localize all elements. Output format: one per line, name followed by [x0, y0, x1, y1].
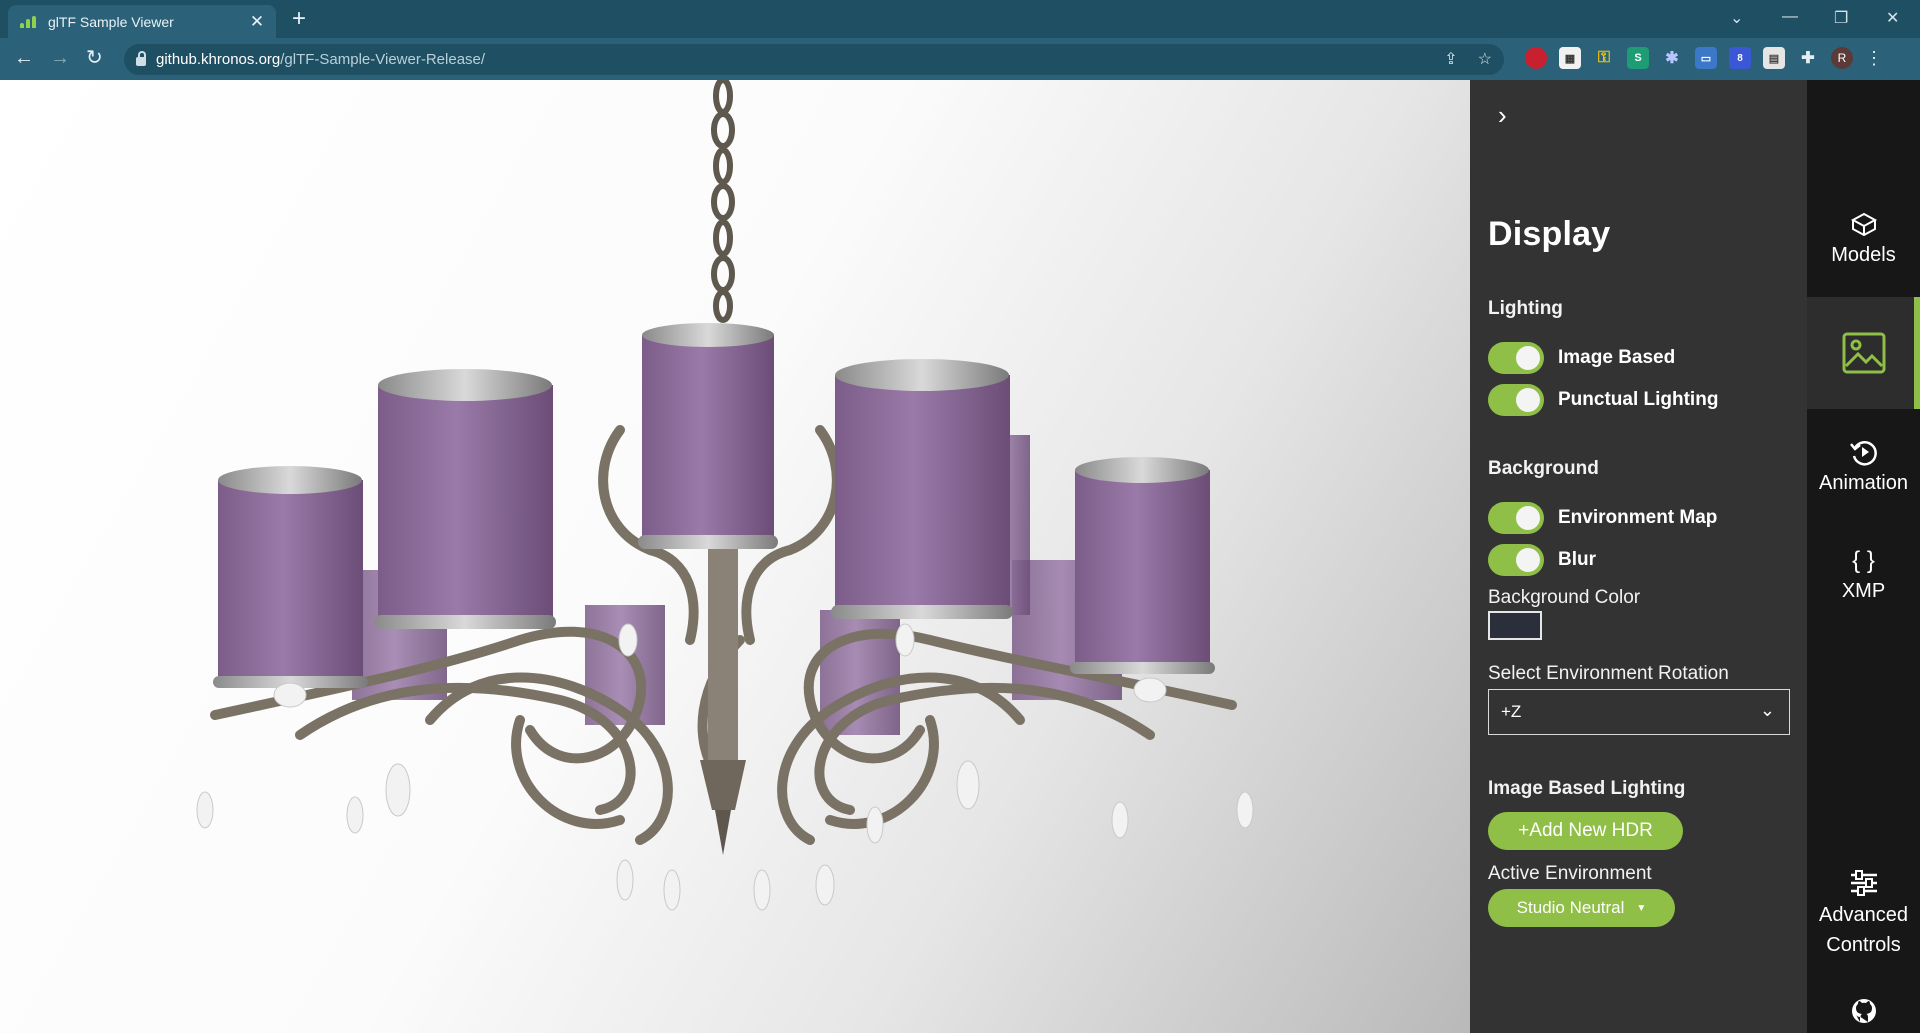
image-based-toggle[interactable]	[1488, 342, 1544, 374]
chain	[711, 80, 735, 323]
display-panel: › Display Lighting Image Based Punctual …	[1470, 80, 1807, 1033]
rail-display[interactable]	[1807, 332, 1920, 380]
caret-down-icon: ▼	[1636, 902, 1647, 914]
model-viewport[interactable]	[0, 80, 1470, 1033]
environment-rotation-select[interactable]: +Z ⌄	[1488, 689, 1790, 735]
browser-menu-icon[interactable]: ⋮	[1865, 48, 1883, 69]
rail-advanced-controls[interactable]: Advanced Controls	[1807, 870, 1920, 960]
ibl-heading: Image Based Lighting	[1488, 778, 1686, 799]
restore-icon[interactable]: ❐	[1834, 8, 1848, 28]
environment-map-label: Environment Map	[1558, 507, 1718, 528]
active-environment-value: Studio Neutral	[1516, 898, 1625, 917]
image-based-toggle-row[interactable]: Image Based	[1488, 342, 1675, 374]
punctual-lighting-label: Punctual Lighting	[1558, 389, 1719, 410]
browser-toolbar: ← → ↻ github.khronos.org/glTF-Sample-Vie…	[0, 38, 1920, 80]
background-color-label: Background Color	[1488, 587, 1641, 608]
extensions-row: ▦ ⚿ S ✱ ▭ 8 ▤ ✚ R ⋮	[1525, 47, 1883, 69]
tab-search-icon[interactable]: ⌄	[1730, 8, 1743, 28]
url-path: /glTF-Sample-Viewer-Release/	[280, 51, 486, 68]
github-icon	[1851, 999, 1876, 1023]
back-icon[interactable]: ←	[14, 47, 34, 69]
background-heading: Background	[1488, 458, 1599, 479]
address-bar[interactable]: github.khronos.org/glTF-Sample-Viewer-Re…	[124, 44, 1504, 75]
window-close-icon[interactable]: ✕	[1886, 8, 1899, 28]
extension-badge-icon[interactable]: 8	[1729, 47, 1751, 69]
extension-puzzle-alt-icon[interactable]: ✱	[1661, 47, 1683, 69]
panel-title: Display	[1488, 215, 1611, 253]
environment-rotation-value: +Z	[1501, 702, 1522, 721]
reload-icon[interactable]: ↻	[86, 47, 103, 69]
environment-rotation-label: Select Environment Rotation	[1488, 663, 1729, 684]
sliders-icon	[1850, 870, 1877, 896]
browser-tab-strip: glTF Sample Viewer ✕ + ⌄ — ❐ ✕	[0, 0, 1920, 38]
minimize-icon[interactable]: —	[1782, 8, 1798, 26]
collapse-panel-chevron-right-icon[interactable]: ›	[1498, 100, 1507, 131]
replay-icon	[1849, 441, 1877, 466]
lock-icon	[136, 51, 146, 66]
rail-xmp[interactable]: { } XMP	[1807, 548, 1920, 603]
profile-avatar[interactable]: R	[1831, 47, 1853, 69]
image-based-label: Image Based	[1558, 347, 1676, 368]
lighting-heading: Lighting	[1488, 298, 1563, 319]
punctual-lighting-toggle-row[interactable]: Punctual Lighting	[1488, 384, 1718, 416]
bookmark-star-icon[interactable]: ☆	[1478, 49, 1492, 69]
punctual-lighting-toggle[interactable]	[1488, 384, 1544, 416]
side-navigation-rail: Models Animation { } XMP Advanced Contro…	[1807, 80, 1920, 1033]
extension-s-icon[interactable]: S	[1627, 47, 1649, 69]
cube-icon	[1850, 212, 1877, 237]
rail-models-label: Models	[1831, 244, 1896, 266]
extension-window-icon[interactable]: ▭	[1695, 47, 1717, 69]
rail-xmp-label: XMP	[1841, 580, 1886, 602]
environment-map-toggle-row[interactable]: Environment Map	[1488, 502, 1717, 534]
rail-github[interactable]	[1807, 998, 1920, 1030]
extension-chart-icon[interactable]: ▤	[1763, 47, 1785, 69]
environment-map-toggle[interactable]	[1488, 502, 1544, 534]
new-tab-button[interactable]: +	[292, 6, 306, 32]
chevron-down-icon: ⌄	[1759, 700, 1775, 720]
active-environment-label: Active Environment	[1488, 863, 1652, 884]
blur-toggle-row[interactable]: Blur	[1488, 544, 1596, 576]
braces-icon: { }	[1852, 547, 1875, 574]
forward-icon[interactable]: →	[50, 47, 70, 69]
rail-models[interactable]: Models	[1807, 212, 1920, 267]
blur-label: Blur	[1558, 549, 1596, 570]
rail-animation-label: Animation	[1819, 472, 1908, 494]
extension-shield-icon[interactable]	[1525, 47, 1547, 69]
background-color-swatch[interactable]	[1488, 611, 1542, 640]
rail-advanced-label-2: Controls	[1826, 934, 1901, 956]
extension-qr-icon[interactable]: ▦	[1559, 47, 1581, 69]
extensions-puzzle-icon[interactable]: ✚	[1797, 47, 1819, 69]
chandelier-model	[196, 80, 1254, 911]
rail-advanced-label-1: Advanced	[1819, 904, 1908, 926]
blur-toggle[interactable]	[1488, 544, 1544, 576]
gltf-favicon-icon	[20, 15, 38, 28]
add-hdr-button[interactable]: +Add New HDR	[1488, 812, 1683, 850]
tab-title: glTF Sample Viewer	[48, 13, 174, 30]
extension-key-icon[interactable]: ⚿	[1593, 47, 1615, 69]
browser-tab[interactable]: glTF Sample Viewer ✕	[8, 5, 276, 38]
tab-close-icon[interactable]: ✕	[246, 12, 268, 32]
image-icon	[1842, 332, 1885, 374]
rail-animation[interactable]: Animation	[1807, 438, 1920, 495]
share-icon[interactable]: ⇪	[1444, 49, 1457, 69]
active-environment-dropdown[interactable]: Studio Neutral ▼	[1488, 889, 1675, 927]
url-host: github.khronos.org	[156, 51, 281, 68]
